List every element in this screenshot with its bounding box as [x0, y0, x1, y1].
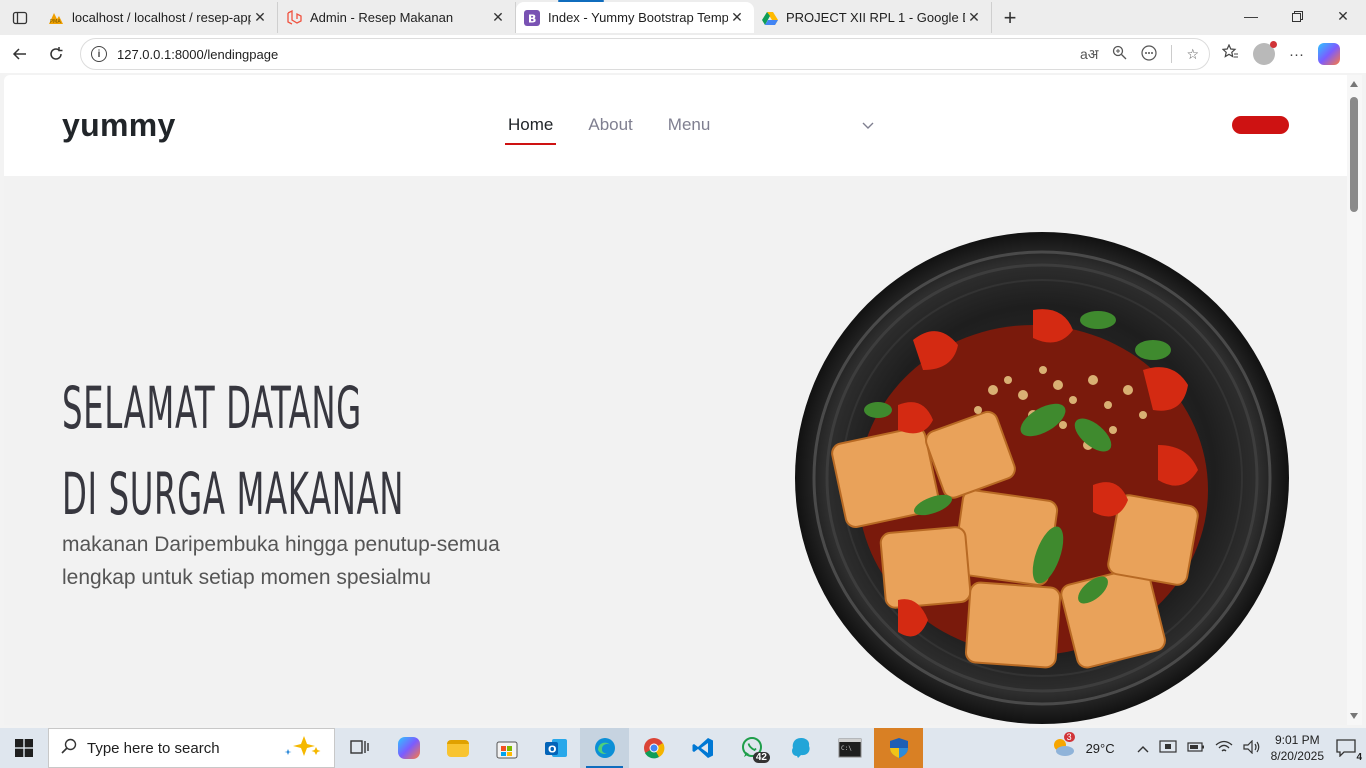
hero-subtitle-line-1: makanan Daripembuka hingga penutup-semua	[62, 533, 500, 556]
book-table-button[interactable]	[1232, 116, 1289, 134]
whatsapp-icon[interactable]: 42	[727, 728, 776, 768]
nav-about[interactable]: About	[588, 115, 632, 141]
url-text: 127.0.0.1:8000/lendingpage	[117, 46, 279, 62]
wifi-icon[interactable]	[1215, 740, 1233, 757]
chrome-icon[interactable]	[629, 728, 678, 768]
microsoft-store-icon[interactable]	[482, 728, 531, 768]
tab-title: Admin - Resep Makanan	[310, 10, 454, 25]
weather-badge: 3	[1063, 731, 1075, 742]
svg-text:O: O	[548, 745, 557, 756]
hero-title: Selamat Datang di Surga Makanan	[62, 365, 404, 537]
scroll-down-icon[interactable]	[1350, 713, 1358, 719]
tab-title: Index - Yummy Bootstrap Template	[548, 10, 728, 25]
tab-google-drive[interactable]: PROJECT XII RPL 1 - Google Drive ✕	[754, 2, 992, 33]
hero-subtitle-line-2: lengkap untuk setiap momen spesialmu	[62, 566, 431, 589]
svg-text:PMA: PMA	[50, 19, 61, 25]
network-screen-icon[interactable]	[1159, 739, 1177, 758]
svg-text:B: B	[528, 12, 536, 25]
main-nav: Home About Menu	[504, 115, 711, 145]
copilot-app-icon[interactable]	[384, 728, 433, 768]
tab-title: PROJECT XII RPL 1 - Google Drive	[786, 10, 965, 25]
url-field[interactable]: i 127.0.0.1:8000/lendingpage aअ ☆	[80, 38, 1210, 70]
taskbar-search-box[interactable]: Type here to search	[48, 728, 335, 768]
copilot-sparkle-icon[interactable]	[282, 735, 322, 761]
favorite-star-icon[interactable]: ☆	[1186, 46, 1199, 63]
tab-phpmyadmin[interactable]: PMA localhost / localhost / resep-app ✕	[40, 2, 278, 33]
address-bar: i 127.0.0.1:8000/lendingpage aअ ☆ ···	[0, 35, 1366, 73]
back-icon[interactable]	[2, 38, 38, 70]
vscode-icon[interactable]	[678, 728, 727, 768]
site-header: yummy Home About Menu	[4, 75, 1347, 176]
task-view-icon[interactable]	[335, 728, 384, 768]
page-scrollbar[interactable]	[1347, 75, 1362, 725]
clock-date: 8/20/2025	[1270, 749, 1324, 763]
nav-menu[interactable]: Menu	[668, 115, 711, 141]
restore-icon[interactable]	[1274, 0, 1320, 32]
more-tools-icon[interactable]	[1141, 44, 1158, 64]
volume-icon[interactable]	[1243, 739, 1261, 757]
laravel-icon	[286, 9, 302, 26]
system-clock[interactable]: 9:01 PM 8/20/2025	[1271, 732, 1324, 764]
tab-yummy[interactable]: B Index - Yummy Bootstrap Template ✕	[516, 0, 754, 33]
site-info-icon[interactable]: i	[91, 46, 107, 62]
hero-subtitle: makanan Daripembuka hingga penutup-semua…	[62, 528, 582, 594]
scroll-up-icon[interactable]	[1350, 81, 1358, 87]
refresh-icon[interactable]	[38, 38, 74, 70]
copilot-icon[interactable]	[1318, 43, 1340, 65]
minimize-icon[interactable]: —	[1228, 0, 1274, 32]
hero-food-image	[795, 232, 1289, 724]
close-icon[interactable]: ✕	[489, 9, 507, 26]
profile-avatar[interactable]	[1253, 41, 1277, 65]
close-icon[interactable]: ✕	[251, 9, 269, 26]
hero-title-line-2: di Surga Makanan	[62, 460, 405, 528]
search-placeholder: Type here to search	[87, 739, 220, 757]
battery-icon[interactable]	[1187, 741, 1205, 756]
tab-bar: PMA localhost / localhost / resep-app ✕ …	[0, 0, 1366, 35]
weather-icon[interactable]: 3	[1050, 731, 1076, 761]
notification-icon[interactable]: 4	[1334, 736, 1362, 763]
chevron-up-icon[interactable]	[1137, 741, 1149, 756]
edge-browser-icon[interactable]	[580, 728, 629, 768]
whatsapp-badge: 42	[752, 752, 770, 763]
google-drive-icon	[762, 10, 778, 26]
close-icon[interactable]: ✕	[965, 9, 983, 26]
favorites-icon[interactable]	[1221, 43, 1239, 64]
windows-start-icon[interactable]	[0, 728, 48, 768]
zoom-icon[interactable]	[1112, 45, 1127, 63]
file-explorer-icon[interactable]	[433, 728, 482, 768]
chevron-down-icon[interactable]	[862, 117, 874, 133]
clock-time: 9:01 PM	[1274, 733, 1320, 747]
search-icon	[61, 738, 77, 758]
phpmyadmin-icon: PMA	[48, 10, 64, 26]
page-viewport: yummy Home About Menu Selamat Datang di …	[4, 75, 1347, 725]
close-window-icon[interactable]: ✕	[1320, 0, 1366, 32]
notification-count: 4	[1356, 752, 1362, 763]
svg-text:C:\: C:\	[841, 745, 852, 752]
taskbar: Type here to search O 42 C:\ 3 29°C 9:01…	[0, 728, 1366, 768]
divider	[1171, 45, 1173, 63]
hero-title-line-1: Selamat Datang	[62, 374, 362, 442]
app-icon[interactable]	[776, 728, 825, 768]
bootstrap-icon: B	[524, 9, 540, 26]
site-logo[interactable]: yummy	[62, 107, 176, 144]
nav-home[interactable]: Home	[504, 115, 557, 145]
system-tray: 3 29°C 9:01 PM 8/20/2025 4	[1050, 731, 1366, 764]
outlook-icon[interactable]: O	[531, 728, 580, 768]
close-icon[interactable]: ✕	[728, 9, 746, 26]
security-shield-icon[interactable]	[874, 728, 923, 768]
read-aloud-icon[interactable]: aअ	[1080, 45, 1098, 64]
settings-more-icon[interactable]: ···	[1289, 46, 1304, 63]
tab-actions-icon[interactable]	[0, 0, 40, 35]
scroll-thumb[interactable]	[1350, 97, 1358, 212]
new-tab-button[interactable]: +	[992, 0, 1028, 35]
terminal-icon[interactable]: C:\	[825, 728, 874, 768]
weather-temp[interactable]: 29°C	[1086, 741, 1115, 756]
tab-admin-resep[interactable]: Admin - Resep Makanan ✕	[278, 2, 516, 33]
tab-title: localhost / localhost / resep-app	[72, 10, 251, 25]
window-controls: — ✕	[1228, 0, 1366, 35]
